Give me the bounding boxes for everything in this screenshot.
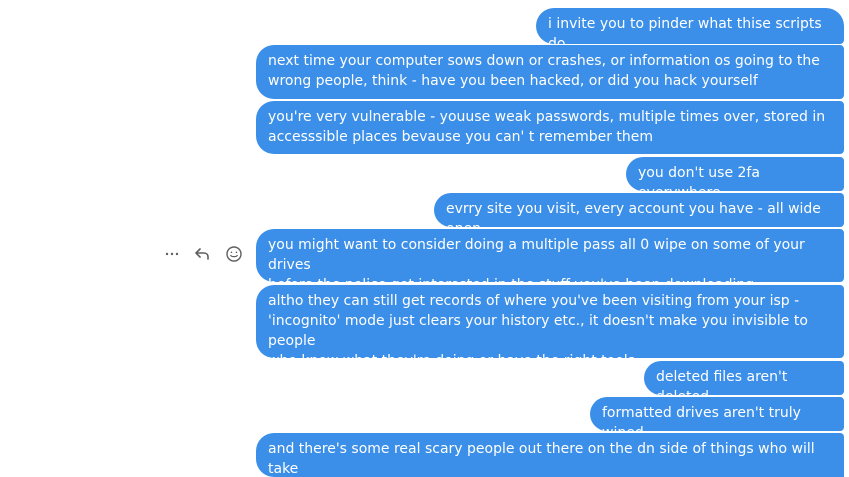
message-bubble[interactable]: you might want to consider doing a multi… bbox=[256, 229, 844, 282]
message-bubble[interactable]: next time your computer sows down or cra… bbox=[256, 45, 844, 99]
message-bubble[interactable]: deleted files aren't deleted bbox=[644, 361, 844, 395]
more-options-icon[interactable] bbox=[160, 241, 184, 267]
message-bubble[interactable]: altho they can still get records of wher… bbox=[256, 285, 844, 358]
message-bubble[interactable]: and there's some real scary people out t… bbox=[256, 433, 844, 477]
message-bubble[interactable]: you're very vulnerable - youuse weak pas… bbox=[256, 101, 844, 154]
message-bubble[interactable]: i invite you to pinder what thise script… bbox=[536, 8, 844, 44]
message-actions bbox=[160, 241, 246, 267]
message-bubble[interactable]: evrry site you visit, every account you … bbox=[434, 193, 844, 227]
smiley-icon[interactable] bbox=[222, 241, 246, 267]
message-bubble[interactable]: you don't use 2fa everywhere bbox=[626, 157, 844, 191]
reply-icon[interactable] bbox=[190, 241, 214, 267]
message-bubble[interactable]: formatted drives aren't truly wiped bbox=[590, 397, 844, 431]
message-thread: i invite you to pinder what thise script… bbox=[0, 0, 849, 477]
